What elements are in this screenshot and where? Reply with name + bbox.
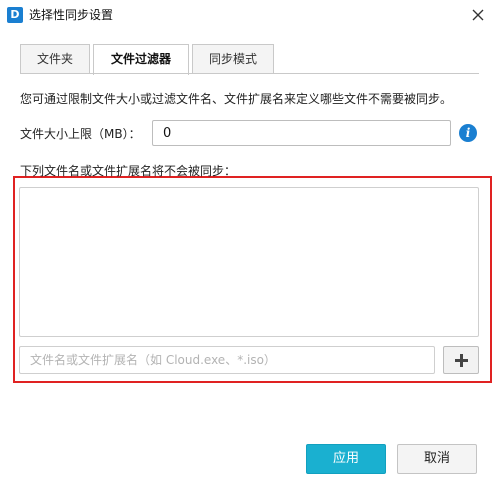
filter-description: 您可通过限制文件大小或过滤文件名、文件扩展名来定义哪些文件不需要被同步。 <box>20 92 453 106</box>
tab-file-filter[interactable]: 文件过滤器 <box>93 44 189 75</box>
apply-button[interactable]: 应用 <box>306 444 386 474</box>
excluded-patterns-list[interactable] <box>19 187 479 337</box>
title-bar: D 选择性同步设置 <box>0 0 497 30</box>
pattern-input[interactable] <box>19 346 435 374</box>
app-logo-icon: D <box>7 7 23 23</box>
cancel-button[interactable]: 取消 <box>397 444 477 474</box>
window-title: 选择性同步设置 <box>29 8 114 22</box>
info-icon[interactable]: i <box>459 124 477 142</box>
excluded-list-label: 下列文件名或文件扩展名将不会被同步： <box>20 164 237 178</box>
close-icon <box>472 9 484 21</box>
max-size-input[interactable] <box>152 120 451 146</box>
selective-sync-dialog: D 选择性同步设置 文件夹 文件过滤器 同步模式 您可通过限制文件大小或过滤文件… <box>0 0 497 495</box>
close-button[interactable] <box>467 4 489 26</box>
tab-divider <box>20 73 479 74</box>
max-size-label: 文件大小上限（MB）： <box>20 127 141 141</box>
tab-sync-mode[interactable]: 同步模式 <box>192 44 274 74</box>
tab-folders[interactable]: 文件夹 <box>20 44 90 74</box>
add-pattern-button[interactable] <box>443 346 479 374</box>
